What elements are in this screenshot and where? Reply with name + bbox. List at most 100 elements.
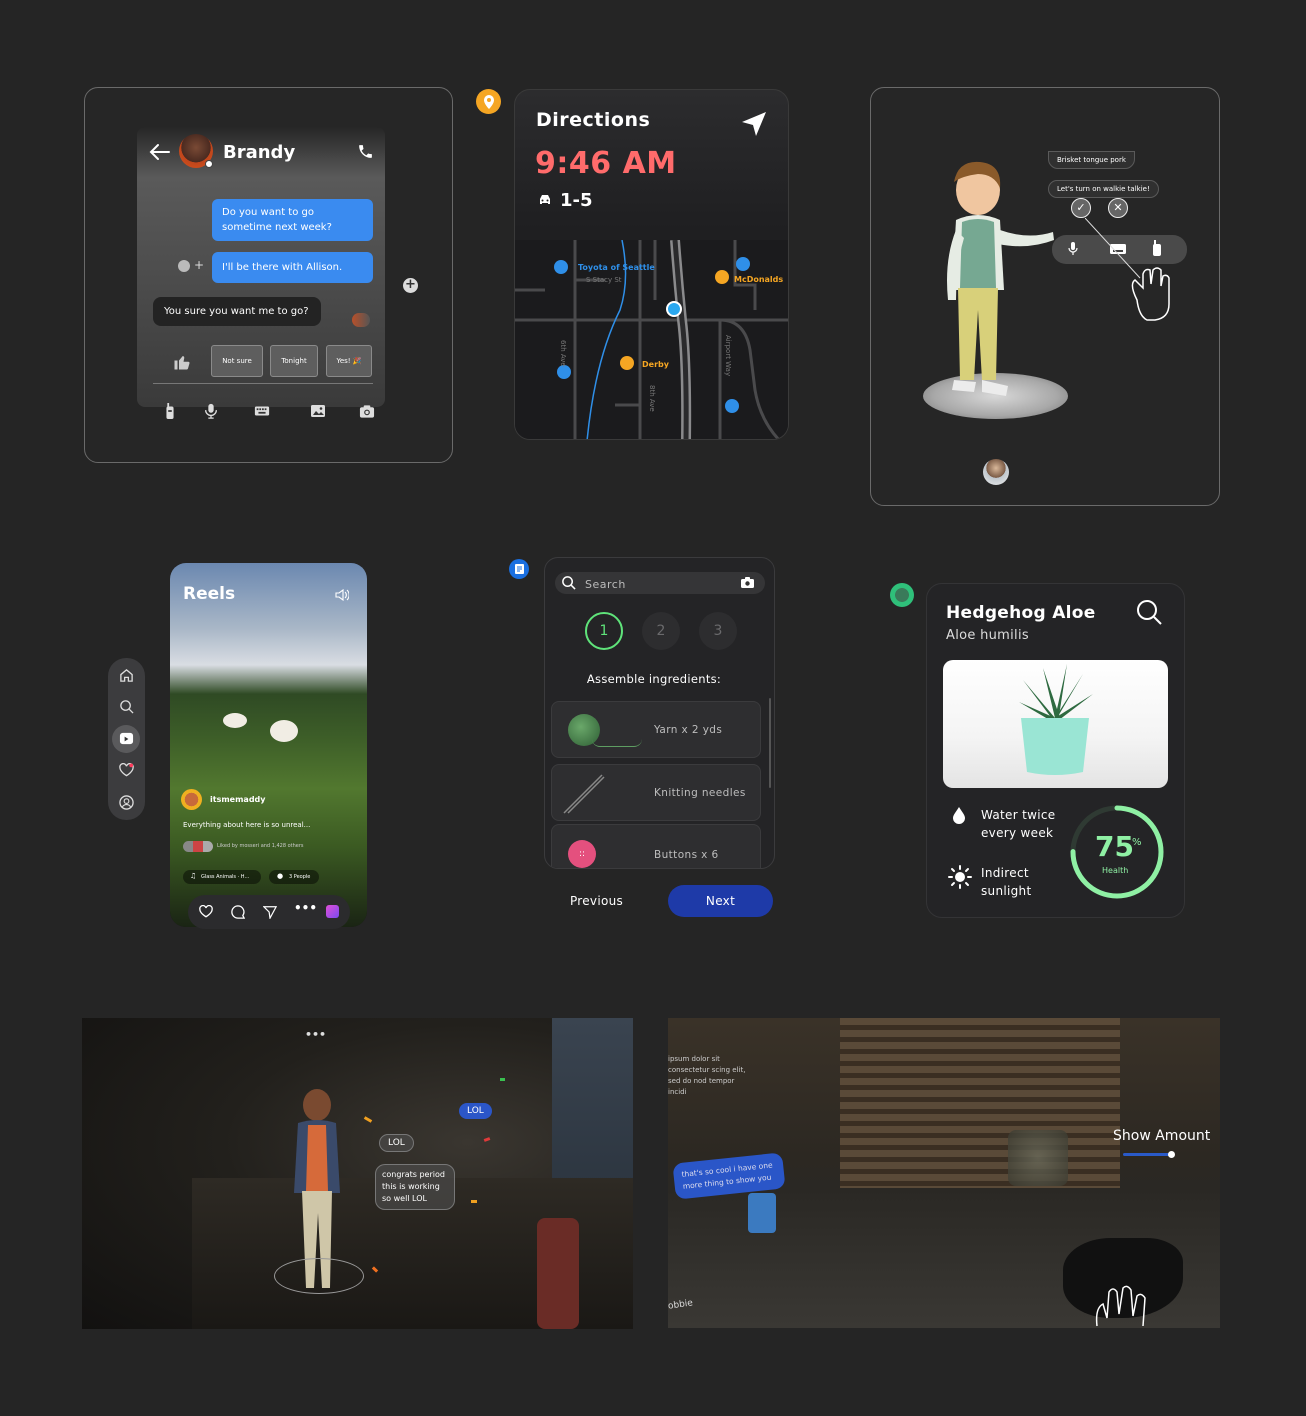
message-bubble[interactable]: You sure you want me to go? <box>153 297 321 326</box>
step-active[interactable]: 1 <box>585 612 623 650</box>
health-unit: % <box>1132 837 1142 848</box>
notes-badge <box>509 559 529 579</box>
needles-image <box>563 774 605 814</box>
reels-icon[interactable] <box>119 731 134 746</box>
audio-thumbnail[interactable] <box>326 905 339 918</box>
plant-card: Hedgehog Aloe Aloe humilis Water twice e… <box>926 583 1185 918</box>
avatar-base-ring <box>274 1258 364 1294</box>
confirm-button[interactable]: ✓ <box>1071 198 1091 218</box>
navigation-arrow-icon[interactable] <box>740 110 768 138</box>
show-amount-label: Show Amount <box>1113 1128 1211 1144</box>
back-arrow-icon[interactable] <box>149 143 171 161</box>
window-blinds <box>840 1018 1120 1188</box>
map-label-street: S Stacy St <box>586 276 622 284</box>
message-bubble[interactable]: I'll be there with Allison. <box>212 252 373 283</box>
hand-outline <box>1095 1285 1146 1327</box>
route-number: 1-5 <box>560 190 593 211</box>
creator-username[interactable]: itsmemaddy <box>210 795 266 804</box>
step[interactable]: 3 <box>699 612 737 650</box>
search-icon[interactable] <box>1135 598 1163 626</box>
emoji-icon[interactable] <box>178 260 190 272</box>
health-value: 75 <box>1095 830 1134 863</box>
plant-latin-name: Aloe humilis <box>946 628 1029 643</box>
step[interactable]: 2 <box>642 612 680 650</box>
thumbs-up-icon[interactable] <box>173 353 191 371</box>
add-icon[interactable]: + <box>403 278 418 293</box>
creator-avatar[interactable] <box>181 789 202 810</box>
walkie-talkie-icon[interactable] <box>162 403 178 419</box>
bottle <box>537 1218 579 1329</box>
figurine <box>1008 1130 1068 1186</box>
confetti <box>500 1078 505 1081</box>
keyboard-icon[interactable] <box>254 403 270 419</box>
plant-app-badge <box>890 583 914 607</box>
reels-title: Reels <box>183 584 236 604</box>
slider-handle[interactable] <box>1168 1151 1175 1158</box>
quick-reply-chip[interactable]: Not sure <box>211 345 263 377</box>
search-placeholder: Search <box>585 578 626 591</box>
camera-icon[interactable] <box>741 577 754 588</box>
microphone-icon[interactable] <box>203 403 219 419</box>
confetti <box>363 1116 373 1123</box>
water-instruction-line2: every week <box>981 826 1054 840</box>
step-heading: Assemble ingredients: <box>586 672 722 686</box>
share-icon[interactable] <box>263 905 277 919</box>
person-icon: ● <box>277 872 284 880</box>
dismiss-button[interactable]: ✕ <box>1108 198 1128 218</box>
comment-icon[interactable] <box>231 905 245 919</box>
lorem-panel: ipsum dolor sit consectetur scing elit, … <box>668 1055 746 1096</box>
plant-photo <box>943 660 1168 788</box>
button-image: :: <box>568 840 596 868</box>
quick-reply-chip[interactable]: Tonight <box>270 345 318 377</box>
image-icon[interactable] <box>310 403 326 419</box>
profile-icon[interactable] <box>119 795 134 810</box>
heart-icon[interactable] <box>199 905 213 918</box>
ingredient-row[interactable]: Knitting needles <box>551 764 761 821</box>
map[interactable]: Toyota of Seattle S Stacy St McDonalds D… <box>515 240 788 439</box>
next-button[interactable]: Next <box>668 885 773 917</box>
mixed-reality-scene-2: ipsum dolor sit consectetur scing elit, … <box>668 1018 1220 1328</box>
user-label: obbie <box>668 1298 694 1312</box>
volume-icon[interactable] <box>335 589 349 601</box>
scrollbar[interactable] <box>769 698 771 788</box>
ingredient-label: Buttons x 6 <box>654 849 719 861</box>
sun-icon <box>948 865 972 889</box>
chat-bubble: LOL <box>379 1134 414 1152</box>
location-pin-badge <box>476 89 501 114</box>
reels-card[interactable]: Reels itsmemaddy Everything about here i… <box>170 563 367 927</box>
knitting-card: Search 1 2 3 Assemble ingredients: Yarn … <box>544 557 775 869</box>
reel-caption: Everything about here is so unreal... <box>183 821 311 829</box>
ingredient-row[interactable]: :: Buttons x 6 <box>551 824 761 868</box>
ingredient-row[interactable]: Yarn x 2 yds <box>551 701 761 758</box>
contact-name: Brandy <box>223 142 296 163</box>
chat-bubble: LOL <box>459 1103 492 1119</box>
phone-icon[interactable] <box>357 143 374 160</box>
confetti <box>483 1137 491 1142</box>
camera-icon[interactable] <box>359 403 375 419</box>
map-label-derby: Derby <box>642 360 669 369</box>
search-icon[interactable] <box>119 699 134 714</box>
map-label-airport-way: Airport Way <box>724 335 732 377</box>
previous-button[interactable]: Previous <box>550 885 643 917</box>
quick-reply-chip[interactable]: Yes! 🎉 <box>326 345 372 377</box>
user-avatar[interactable] <box>983 459 1009 485</box>
message-bubble[interactable]: Do you want to go sometime next week? <box>212 199 373 241</box>
heart-icon[interactable] <box>119 763 134 777</box>
speaker-object <box>748 1193 776 1233</box>
map-label-8th-ave: 8th Ave <box>648 385 656 412</box>
more-icon[interactable]: ••• <box>294 901 317 915</box>
divider <box>153 383 373 384</box>
ingredient-label: Yarn x 2 yds <box>654 724 723 736</box>
music-icon: ♫ <box>190 872 197 880</box>
add-reaction-icon[interactable]: + <box>194 258 204 272</box>
menu-dots[interactable]: ••• <box>305 1028 326 1041</box>
health-label: Health <box>1102 866 1129 875</box>
3d-avatar-figure[interactable] <box>938 160 1058 405</box>
microphone-icon[interactable] <box>1068 242 1078 256</box>
amount-slider[interactable] <box>1123 1153 1173 1156</box>
map-label-toyota: Toyota of Seattle <box>578 263 655 272</box>
light-instruction-line1: Indirect <box>981 866 1029 880</box>
sheep <box>223 713 247 728</box>
home-icon[interactable] <box>119 668 134 683</box>
search-icon <box>562 576 576 590</box>
